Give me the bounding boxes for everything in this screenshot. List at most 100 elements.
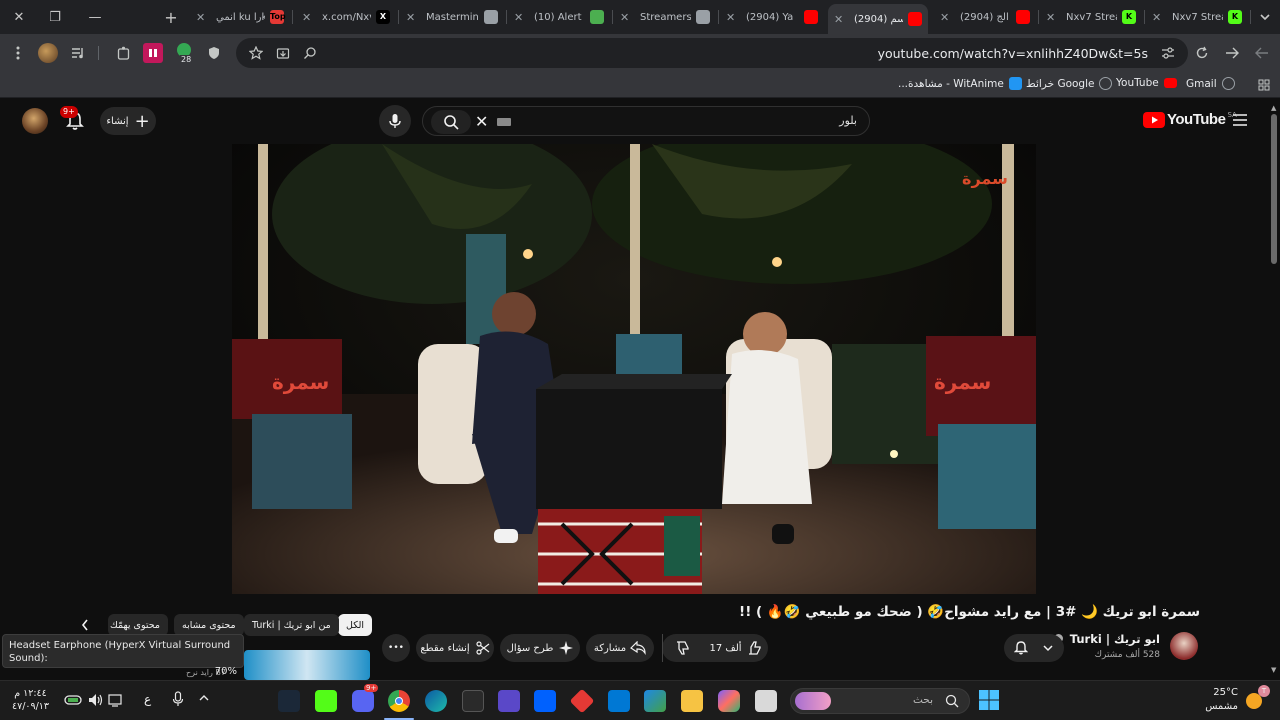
input-language[interactable]: ع [144,692,151,706]
kick-app-icon[interactable] [315,690,337,712]
edge-app-icon[interactable] [425,690,447,712]
weather-widget[interactable]: 25°C مشمس [1205,686,1238,714]
browser-tab[interactable]: ✕ (2904) الج [934,4,1036,30]
close-tab-icon[interactable]: ✕ [1152,11,1164,24]
browser-tab[interactable]: ✕ Mastermin [400,4,504,30]
task-view-app-icon[interactable] [755,690,777,712]
close-tab-icon[interactable]: ✕ [726,11,738,24]
windows-start-icon[interactable] [979,690,999,710]
scroll-up-arrow-icon[interactable]: ▲ [1271,104,1276,112]
share-button[interactable]: مشاركة [586,634,654,662]
bookmark-google-maps[interactable]: Google خرائط [1026,77,1113,90]
search-button[interactable] [431,110,471,134]
clip-button[interactable]: إنشاء مقطع [416,634,494,662]
browser-tab[interactable]: ✕ انمي ku راku Top [190,4,290,30]
search-input[interactable]: ✕ بلور [422,106,870,136]
video-player[interactable]: سمرة سمرة سمرة [232,144,1036,594]
browser-tab[interactable]: ✕ Nxv7 Strea K [1040,4,1142,30]
restore-window-button[interactable]: ❐ [42,5,68,29]
bookmark-youtube[interactable]: YouTube [1116,77,1177,89]
notifications-bell-icon[interactable]: 9+ [60,106,88,134]
teams-app-icon[interactable] [498,690,520,712]
close-tab-icon[interactable]: ✕ [834,13,846,26]
chip-from-channel[interactable]: من ابو تريك | Turki [244,614,339,636]
address-bar[interactable]: youtube.com/watch?v=xnlihhZ40Dw&t=5s [236,38,1188,68]
bookmark-gmail[interactable]: Gmail [1186,77,1235,90]
minimize-window-button[interactable]: — [82,5,108,29]
taskbar-search-box[interactable]: بحث [790,688,970,714]
bookmark-witanime[interactable]: WitAnime - مشاهدة... [898,77,1022,90]
copilot-app-icon[interactable] [718,690,740,712]
extension-icon-green[interactable]: 28 [174,41,194,64]
keyboard-icon[interactable] [497,118,511,126]
menu-kebab-icon[interactable] [8,43,28,63]
gamepad-battery-icon[interactable] [64,694,82,706]
browser-tab[interactable]: ✕ x.com/Nxv X [296,4,396,30]
channel-avatar[interactable] [1170,632,1198,660]
like-button[interactable]: 17 ألف [704,634,768,662]
subscribed-bell-button[interactable] [1004,634,1064,662]
new-tab-button[interactable]: + [158,5,184,29]
chip-related[interactable]: محتوى مشابه [174,614,244,636]
dislike-button[interactable] [662,634,702,662]
create-button[interactable]: + إنشاء [100,107,156,135]
extensions-puzzle-icon[interactable] [114,43,134,63]
outlook-app-icon[interactable] [608,690,630,712]
discord-app-icon[interactable]: 9+ [352,684,379,712]
tab-search-chevron-icon[interactable] [1252,5,1278,29]
chips-scroll-left-icon[interactable] [80,618,90,632]
chip-for-you[interactable]: محتوى يهمّك [108,614,168,636]
close-tab-icon[interactable]: ✕ [196,11,208,24]
clock[interactable]: ١٢:٤٤ م ٤٧/٠٩/١٣ [12,687,49,713]
extension-icon-pink[interactable] [143,43,163,63]
browser-tab[interactable]: ✕ Nxv7 Strea K [1146,4,1248,30]
bookmark-star-icon[interactable] [246,43,266,63]
recommended-thumbnail[interactable] [244,650,370,680]
channel-name-row[interactable]: ابو تريك | Turki [1053,632,1160,646]
microphone-icon[interactable] [172,691,184,707]
install-app-icon[interactable] [273,43,293,63]
forward-arrow-icon[interactable] [1252,43,1272,63]
network-monitor-icon[interactable] [108,693,122,707]
all-bookmarks-grid-icon[interactable] [1254,75,1274,95]
close-tab-icon[interactable]: ✕ [1046,11,1058,24]
media-control-icon[interactable] [68,43,88,63]
chrome-app-icon[interactable] [388,690,410,712]
browser-tab[interactable]: ✕ (10) Alert [508,4,610,30]
youtube-logo[interactable]: YouTube SA [1143,111,1237,128]
zoom-search-icon[interactable] [300,43,320,63]
guide-hamburger-icon[interactable] [1232,113,1248,127]
account-avatar[interactable] [22,108,48,134]
close-window-button[interactable]: ✕ [6,5,32,29]
back-arrow-icon[interactable] [1222,43,1242,63]
shield-icon[interactable] [204,43,224,63]
profile-avatar[interactable] [38,43,58,63]
speaker-volume-icon[interactable] [88,693,104,707]
red-diamond-app-icon[interactable] [569,688,595,714]
ask-button[interactable]: طرح سؤال [500,634,580,662]
steam-app-icon[interactable] [278,690,300,712]
reload-icon[interactable] [1192,43,1212,63]
clear-search-icon[interactable]: ✕ [475,113,488,131]
page-scrollbar[interactable]: ▲ ▼ [1268,98,1280,680]
more-actions-button[interactable]: ••• [382,634,410,662]
browser-tab[interactable]: ✕ (2904) سم [828,4,928,34]
close-tab-icon[interactable]: ✕ [302,11,314,24]
notification-center-icon[interactable]: T [1258,685,1270,697]
scroll-down-arrow-icon[interactable]: ▼ [1271,666,1276,674]
site-settings-tune-icon[interactable] [1158,43,1178,63]
show-hidden-icons-chevron-icon[interactable] [198,693,210,703]
browser-tab[interactable]: ✕ Streamers [614,4,716,30]
voice-search-mic-icon[interactable] [379,105,411,137]
close-tab-icon[interactable]: ✕ [406,11,418,24]
ms-store-app-icon[interactable] [644,690,666,712]
browser-tab[interactable]: ✕ (2904) Ya [720,4,824,30]
scrollbar-thumb[interactable] [1271,114,1277,264]
dropbox-app-icon[interactable] [534,690,556,712]
close-tab-icon[interactable]: ✕ [620,11,632,24]
close-tab-icon[interactable]: ✕ [940,11,952,24]
close-tab-icon[interactable]: ✕ [514,11,526,24]
epic-games-app-icon[interactable] [462,690,484,712]
file-explorer-app-icon[interactable] [681,690,703,712]
chip-all[interactable]: الكل [338,614,372,636]
